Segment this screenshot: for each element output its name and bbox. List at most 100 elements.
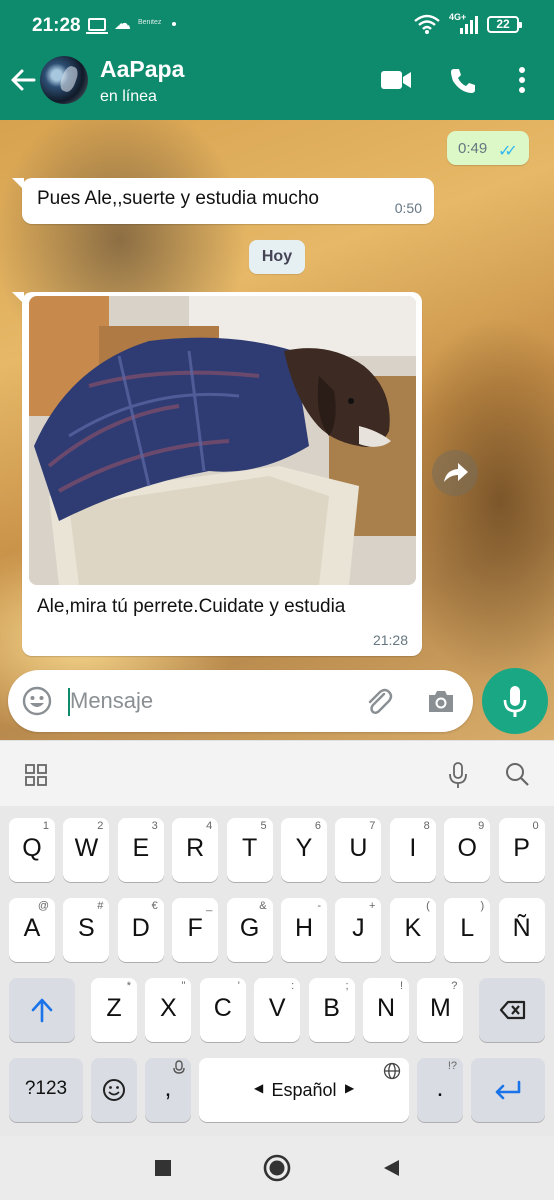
key-label: V [268,994,286,1022]
key-t[interactable]: 5T [226,818,273,882]
key-label: Ñ [512,914,531,942]
back-arrow-icon[interactable] [8,62,38,98]
period-key-label: . [436,1074,444,1102]
key-s[interactable]: # S [63,898,110,962]
camera-icon[interactable] [426,687,456,715]
key-q[interactable]: 1Q [9,818,55,882]
message-time: 21:28 [372,632,408,648]
outgoing-message[interactable]: 0:49 ✓✓ [447,131,529,165]
chat-area[interactable]: 0:49 ✓✓ Pues Ale,,suerte y estudia mucho… [0,120,554,740]
key-hint: 7 [369,820,376,832]
key-hint: 1 [42,820,49,832]
shift-key[interactable] [9,978,75,1042]
key-a[interactable]: @ A [9,898,55,962]
status-small-label: Benitez [138,19,162,26]
key-m[interactable]: ? M [417,978,464,1042]
forward-arrow-icon [444,463,468,482]
comma-key[interactable]: , [145,1058,191,1122]
key-hint: € [151,900,158,912]
key-label: G [239,914,260,942]
recents-icon[interactable] [153,1158,173,1178]
message-text: Pues Ale,,suerte y estudia mucho [37,188,319,209]
key-label: Q [22,834,42,862]
key-label: H [294,914,314,942]
key-f[interactable]: _ F [172,898,219,962]
laptop-icon [86,18,108,34]
attach-icon[interactable] [364,686,394,716]
key-label: S [78,914,95,942]
key-u[interactable]: 7U [335,818,382,882]
contact-name[interactable]: AaPapa [100,56,184,83]
key-label: T [241,834,258,862]
key-x[interactable]: " X [145,978,192,1042]
battery-level: 22 [487,16,522,33]
more-options-icon[interactable] [510,64,534,96]
phone-call-icon[interactable] [448,66,478,96]
avatar[interactable] [40,56,88,104]
key-label: B [323,994,340,1022]
search-icon[interactable] [504,761,530,787]
backspace-key[interactable] [479,978,545,1042]
message-input[interactable] [70,682,350,720]
key-p[interactable]: 0P [498,818,545,882]
key-d[interactable]: € D [117,898,164,962]
key-hint: ? [451,980,458,992]
message-time: 0:50 [394,200,422,216]
key-j[interactable]: + J [335,898,382,962]
key-g[interactable]: & G [226,898,273,962]
dog-photo-image [29,296,416,585]
apps-grid-icon[interactable] [24,763,48,787]
home-icon[interactable] [263,1154,291,1182]
symbols-key-label: ?123 [24,1078,68,1099]
comma-key-label: , [164,1074,172,1102]
key-label: Z [106,994,122,1022]
chat-header: 21:28 ☁ Benitez 4G+ 22 AaPapa en línea [0,0,554,120]
period-key[interactable]: !? . [417,1058,463,1122]
voice-input-icon[interactable] [446,761,470,789]
key-hint: + [368,900,376,912]
key-hint: 9 [478,820,485,832]
key-hint: _ [206,900,213,912]
key-label: J [352,914,365,942]
key-b[interactable]: ; B [308,978,355,1042]
incoming-image-message[interactable]: Ale,mira tú perrete.Cuidate y estudia 21… [12,292,422,656]
key-z[interactable]: * Z [91,978,137,1042]
key-v[interactable]: :V [254,978,301,1042]
emoji-key[interactable] [91,1058,137,1122]
emoji-icon [103,1079,125,1101]
key-i[interactable]: 8I [389,818,436,882]
key-y[interactable]: 6Y [281,818,327,882]
key-label: X [160,994,177,1022]
key-e[interactable]: 3E [117,818,164,882]
dog-photo[interactable] [29,296,416,585]
key-hint: 4 [206,820,213,832]
wifi-icon [414,14,440,34]
key-hint: 2 [97,820,104,832]
key-l[interactable]: ) L [444,898,491,962]
key-o[interactable]: 9O [444,818,491,882]
key-n[interactable]: ! N [363,978,409,1042]
space-key[interactable]: ◀ Español ▶ [199,1058,409,1122]
key-h[interactable]: -H [281,898,327,962]
incoming-message[interactable]: Pues Ale,,suerte y estudia mucho 0:50 [12,178,434,224]
back-icon[interactable] [381,1158,401,1178]
symbols-key[interactable]: ?123 [9,1058,83,1122]
cloud-icon: ☁ [114,14,131,33]
key-r[interactable]: 4R [172,818,219,882]
video-call-icon[interactable] [380,66,412,94]
key-label: K [404,914,422,942]
message-time: 0:49 [458,140,488,157]
key-hint: ! [399,980,403,992]
key-k[interactable]: (K [389,898,436,962]
key-hint: 5 [260,820,267,832]
key-ñ[interactable]: Ñ [498,898,545,962]
emoji-icon[interactable] [22,686,52,716]
key-hint: * [126,980,131,992]
contact-status: en línea [100,88,157,105]
voice-message-button[interactable] [482,668,548,734]
enter-key[interactable] [471,1058,545,1122]
forward-button[interactable] [432,450,478,496]
key-w[interactable]: 2W [63,818,110,882]
key-hint: : [291,980,295,992]
key-c[interactable]: ' C [199,978,246,1042]
